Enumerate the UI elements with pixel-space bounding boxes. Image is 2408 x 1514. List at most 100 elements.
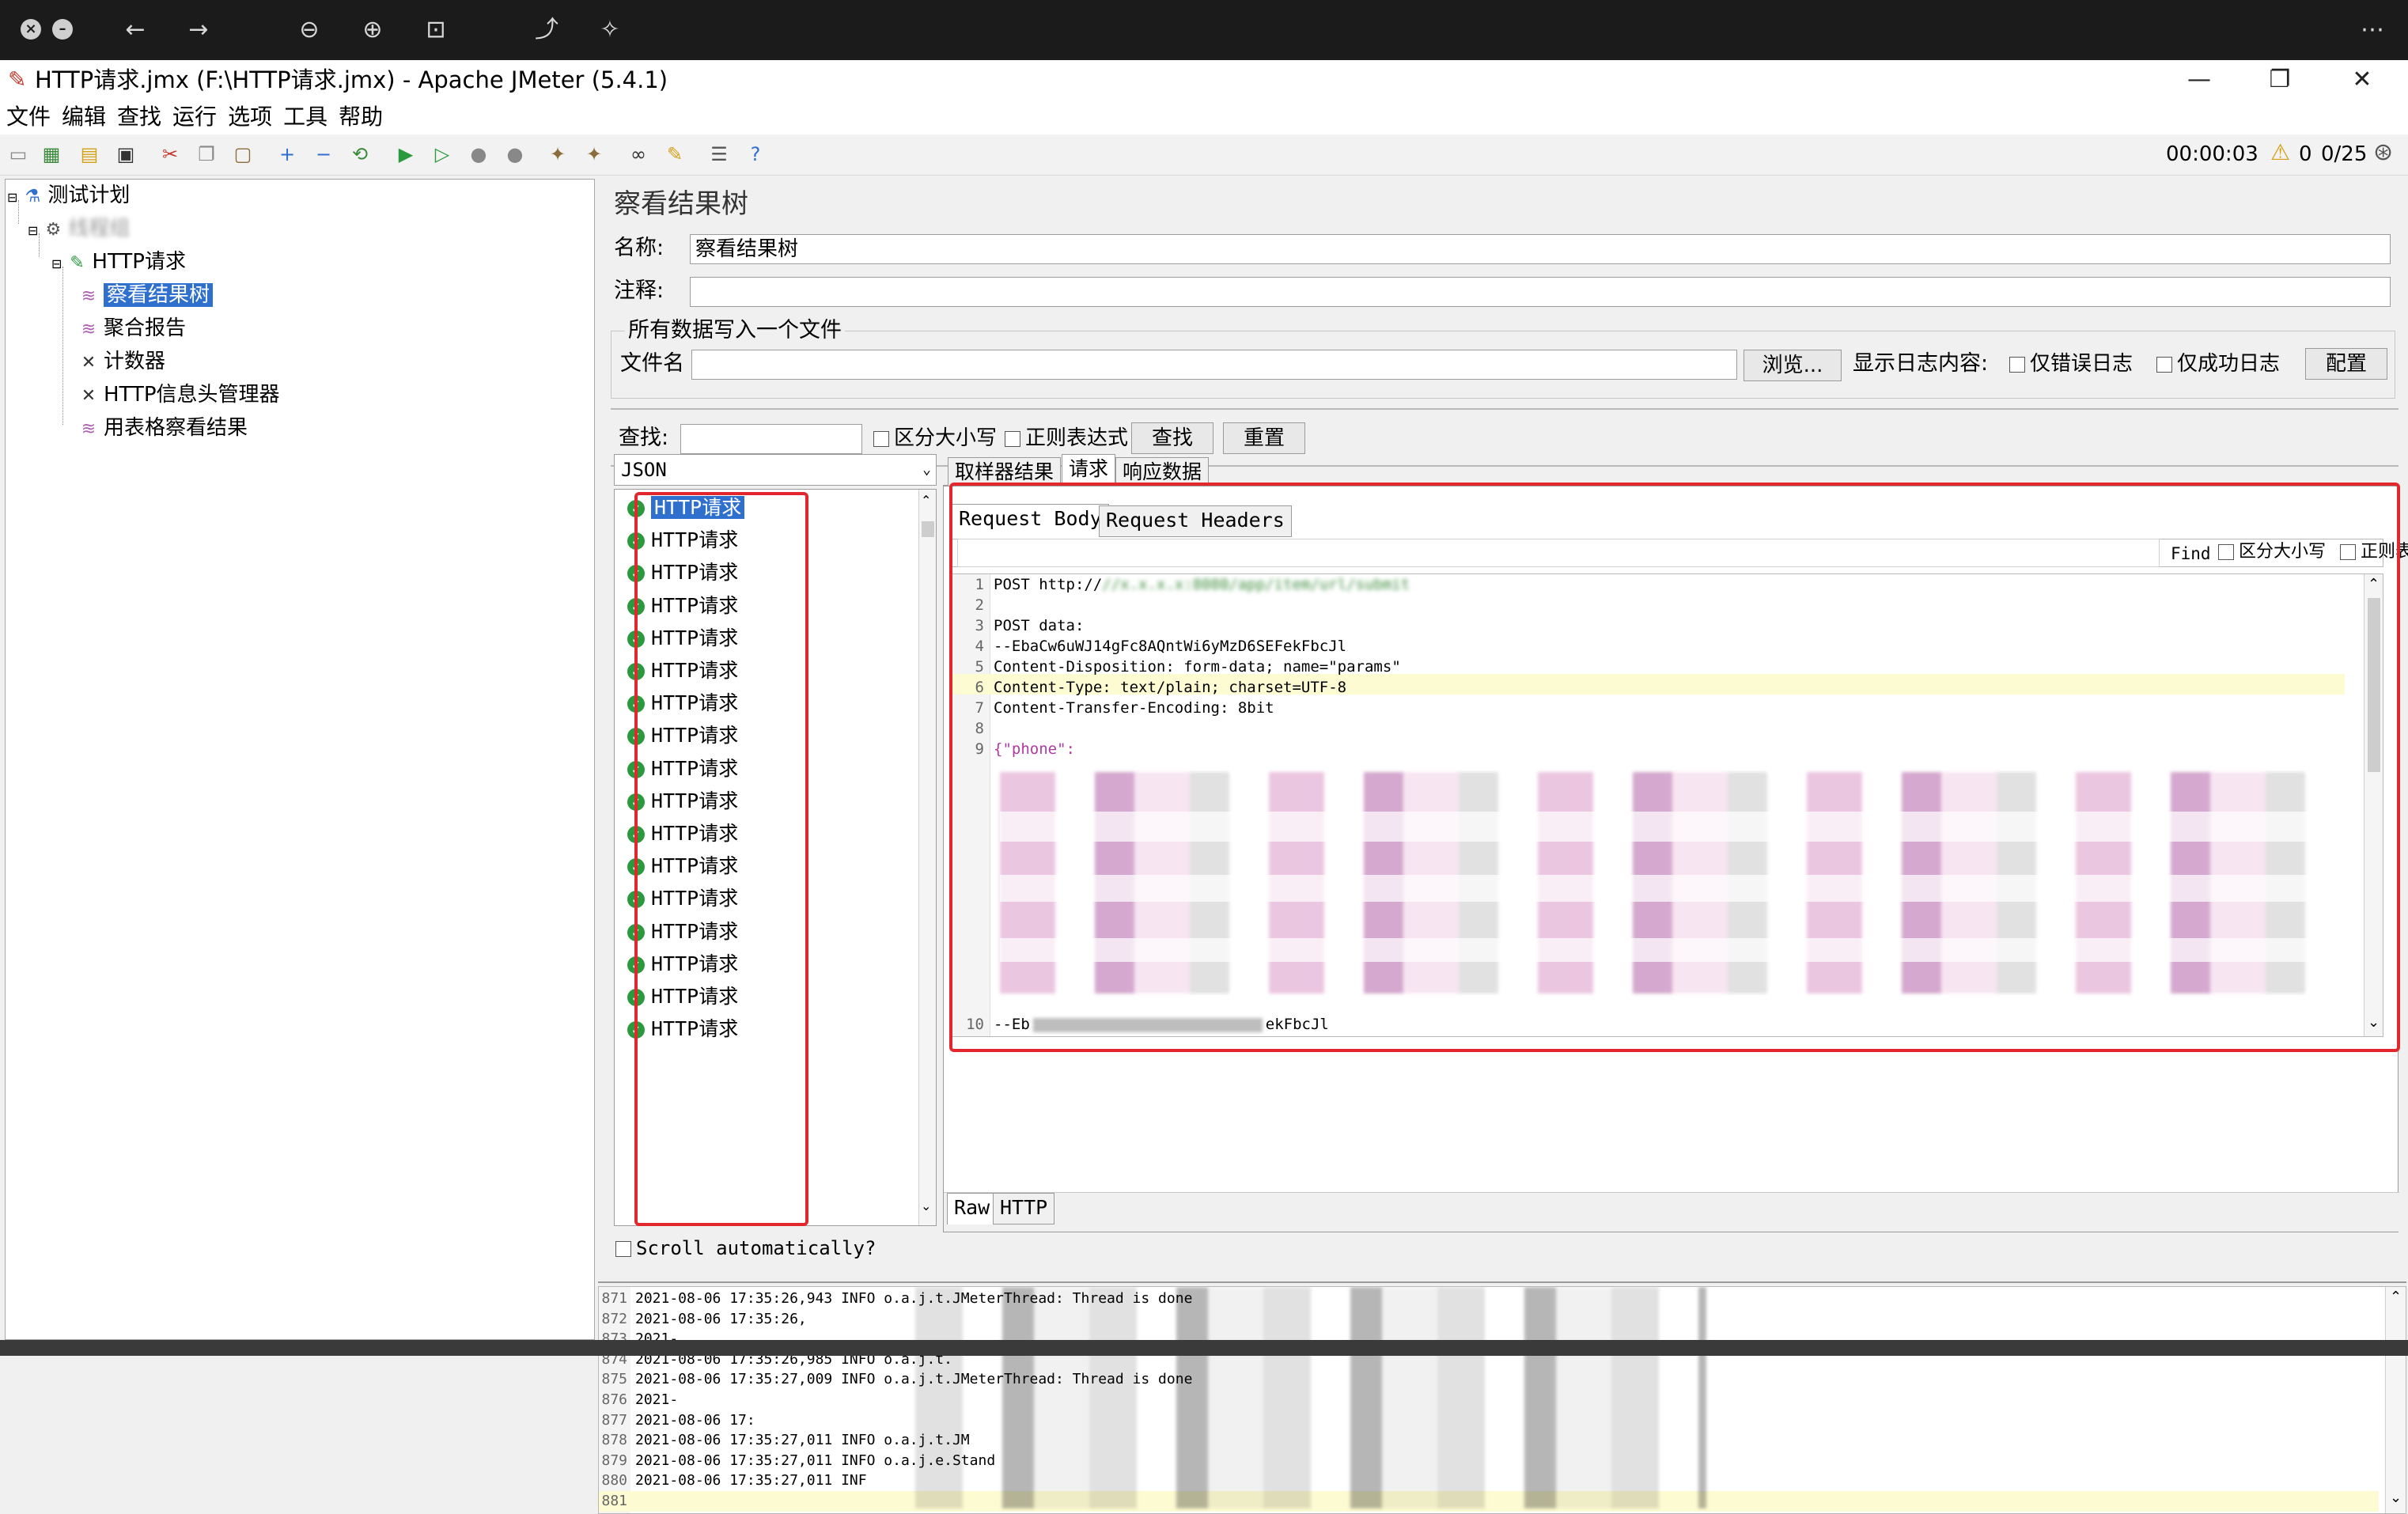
image-viewer-bar: × – ← → ⊖ ⊕ ⊡ ⤴ ✧ ⋯: [0, 0, 2408, 60]
open-icon[interactable]: ▤: [78, 142, 101, 166]
copy-icon[interactable]: ❐: [195, 142, 218, 166]
help-icon[interactable]: ?: [744, 142, 767, 166]
results-highlight-box: [634, 492, 808, 1226]
start-no-pause-icon[interactable]: ▷: [430, 142, 454, 166]
tab-request[interactable]: 请求: [1062, 454, 1116, 486]
log-line: 872 2021-08-06 17:35:26,: [601, 1310, 807, 1327]
browse-button[interactable]: 浏览...: [1744, 350, 1842, 381]
scroll-up-icon[interactable]: ⌃: [2390, 1289, 2402, 1305]
raw-http-tab-strip: Raw HTTP: [944, 1192, 2399, 1232]
stop-icon[interactable]: ●: [467, 142, 490, 166]
shutdown-icon[interactable]: ●: [503, 142, 527, 166]
fit-screen-icon[interactable]: ⊡: [416, 14, 456, 46]
cut-icon[interactable]: ✂: [158, 142, 182, 166]
clear-all-icon[interactable]: ✦: [582, 142, 606, 166]
tree-node-table-results[interactable]: ≋ 用表格察看结果: [78, 414, 248, 442]
tree-node-aggregate-report[interactable]: ≋ 聚合报告: [78, 314, 186, 343]
expand-icon[interactable]: +: [275, 142, 299, 166]
splitter[interactable]: [598, 1281, 2406, 1283]
log-line: 881: [601, 1493, 627, 1509]
collapse-icon[interactable]: −: [312, 142, 335, 166]
tree-node-test-plan[interactable]: ⊟ ⚗ 测试计划: [7, 181, 130, 210]
log-line: 877 2021-08-06 17:: [601, 1411, 755, 1429]
save-icon[interactable]: ▣: [114, 142, 138, 166]
zoom-in-icon[interactable]: ⊕: [353, 14, 392, 46]
chart-icon: ≋: [81, 286, 97, 306]
clear-icon[interactable]: ✦: [546, 142, 570, 166]
forward-arrow-icon[interactable]: →: [179, 14, 218, 46]
thread-count: 0/25: [2321, 142, 2368, 166]
scroll-auto-checkbox[interactable]: Scroll automatically?: [615, 1234, 876, 1262]
scroll-auto-row: Scroll automatically?: [614, 1231, 937, 1267]
renderer-select[interactable]: JSON ⌄: [614, 454, 937, 486]
thread-status-icon: ⊛: [2373, 138, 2394, 166]
minimize-button[interactable]: —: [2160, 60, 2239, 100]
tree-node-http-request[interactable]: ⊟ ✎ HTTP请求: [51, 248, 186, 276]
reset-button[interactable]: 重置: [1223, 422, 1305, 454]
new-icon[interactable]: ▭: [6, 142, 30, 166]
tree-node-view-results-tree[interactable]: ≋ 察看结果树: [78, 281, 214, 309]
log-line: 876 2021-: [601, 1391, 679, 1408]
search-regex-checkbox[interactable]: 正则表达式: [1005, 424, 1128, 452]
results-scroll-thumb[interactable]: [922, 521, 934, 537]
log-line: 878 2021-08-06 17:35:27,011 INFO o.a.j.t.…: [601, 1432, 970, 1449]
rotate-icon[interactable]: ⤴: [527, 14, 566, 46]
comment-input[interactable]: [690, 277, 2391, 307]
window-title-bar: ✎ HTTP请求.jmx (F:\HTTP请求.jmx) - Apache JM…: [0, 60, 2408, 100]
magic-wand-icon[interactable]: ✧: [590, 14, 630, 46]
warning-icon[interactable]: ⚠: [2270, 141, 2290, 165]
zoom-out-icon[interactable]: ⊖: [290, 14, 329, 46]
divider: [611, 408, 2399, 410]
results-scrollbar[interactable]: ⌃ ⌄: [918, 490, 936, 1225]
filename-input[interactable]: [691, 350, 1737, 380]
test-plan-tree: ⊟ ⚗ 测试计划 ⊟ ⚙ 线程组 ⊟ ✎ HTTP请求 ≋ 察看结果树 ≋ 聚合报告 ✕ 计数器 …: [5, 179, 595, 1340]
toggle-icon[interactable]: ⟲: [348, 142, 372, 166]
paste-icon[interactable]: ▢: [231, 142, 255, 166]
menu-file[interactable]: 文件: [6, 100, 51, 134]
chart-icon: ≋: [81, 320, 97, 339]
reset-search-icon[interactable]: ✎: [663, 142, 687, 166]
wrench-icon: ✕: [81, 386, 97, 406]
toolbar: ▭ ▦ ▤ ▣ ✂ ❐ ▢ + − ⟲ ▶ ▷ ● ● ✦ ✦ ∞ ✎ ☰ ? …: [0, 134, 2408, 176]
gear-icon: ⚙: [45, 220, 62, 240]
tab-raw[interactable]: Raw: [947, 1193, 998, 1224]
function-helper-icon[interactable]: ☰: [707, 142, 731, 166]
tree-node-thread-group[interactable]: ⊟ ⚙ 线程组: [28, 214, 130, 243]
success-only-checkbox[interactable]: 仅成功日志: [2156, 350, 2280, 378]
menu-bar: 文件 编辑 查找 运行 选项 工具 帮助: [0, 100, 2408, 134]
request-highlight-box: [949, 483, 2400, 1052]
scroll-down-icon[interactable]: ⌄: [921, 1198, 931, 1213]
tree-node-header-manager[interactable]: ✕ HTTP信息头管理器: [78, 380, 280, 409]
log-content-label: 显示日志内容:: [1853, 351, 1989, 376]
search-input[interactable]: [680, 424, 862, 454]
redacted-log-content: [915, 1287, 1706, 1508]
scroll-up-icon[interactable]: ⌃: [921, 493, 931, 508]
close-button[interactable]: ✕: [2323, 60, 2402, 100]
scroll-down-icon[interactable]: ⌄: [2390, 1489, 2402, 1506]
menu-options[interactable]: 选项: [228, 100, 272, 134]
configure-button[interactable]: 配置: [2305, 348, 2387, 380]
maximize-button[interactable]: ❐: [2240, 60, 2319, 100]
close-viewer-icon[interactable]: ×: [21, 19, 41, 40]
file-section-title: 所有数据写入一个文件: [625, 316, 845, 345]
templates-icon[interactable]: ▦: [40, 142, 63, 166]
binoculars-icon[interactable]: ∞: [627, 142, 650, 166]
minimize-viewer-icon[interactable]: –: [52, 19, 73, 40]
menu-tools[interactable]: 工具: [283, 100, 328, 134]
elapsed-timer: 00:00:03: [2166, 142, 2258, 166]
more-options-icon[interactable]: ⋯: [2353, 14, 2392, 46]
search-case-checkbox[interactable]: 区分大小写: [873, 424, 997, 452]
tab-http[interactable]: HTTP: [993, 1193, 1055, 1224]
log-scrollbar[interactable]: ⌃ ⌄: [2385, 1287, 2406, 1513]
menu-help[interactable]: 帮助: [339, 100, 383, 134]
start-icon[interactable]: ▶: [394, 142, 418, 166]
menu-search[interactable]: 查找: [117, 100, 161, 134]
tree-node-counter[interactable]: ✕ 计数器: [78, 347, 165, 376]
search-button[interactable]: 查找: [1131, 422, 1213, 454]
errors-only-checkbox[interactable]: 仅错误日志: [2009, 350, 2133, 378]
back-arrow-icon[interactable]: ←: [115, 14, 155, 46]
flask-icon: ⚗: [25, 187, 41, 206]
name-input[interactable]: 察看结果树: [690, 234, 2391, 264]
menu-run[interactable]: 运行: [172, 100, 217, 134]
menu-edit[interactable]: 编辑: [62, 100, 106, 134]
